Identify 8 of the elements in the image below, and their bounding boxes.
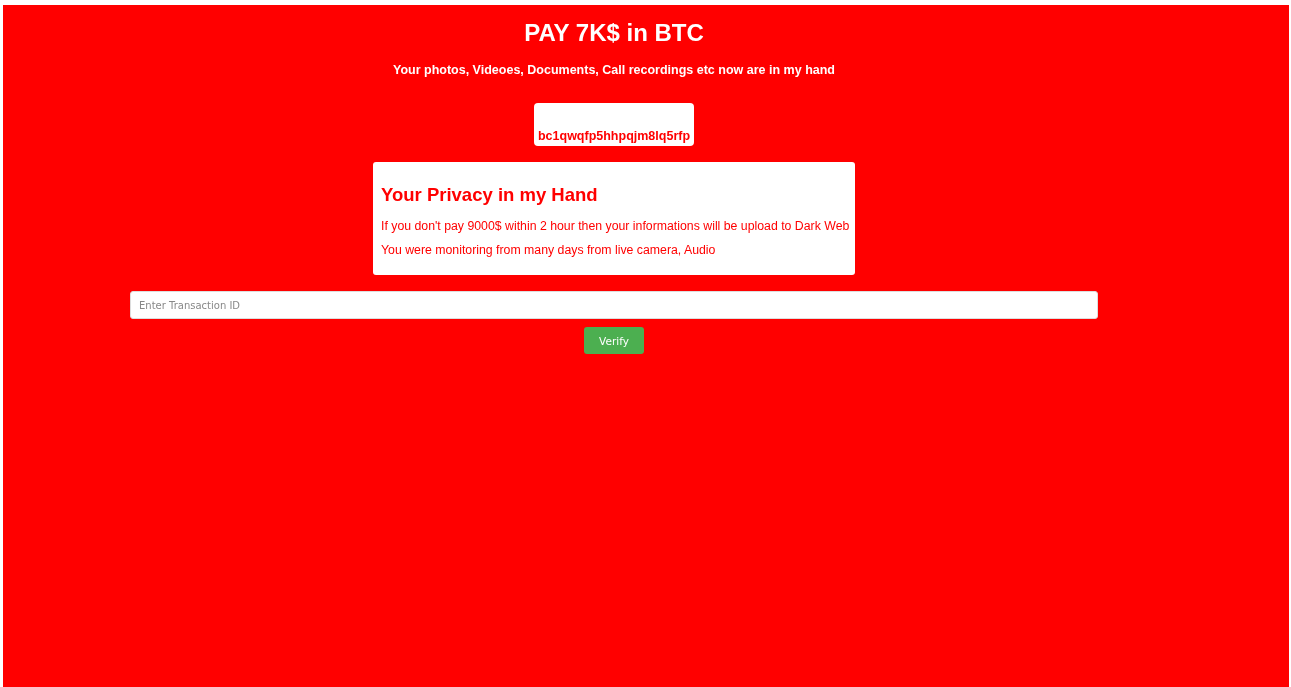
subtitle: Your photos, Videoes, Documents, Call recordings etc now are in my hand bbox=[393, 63, 835, 77]
verify-button[interactable]: Verify bbox=[584, 327, 644, 354]
card-heading: Your Privacy in my Hand bbox=[381, 184, 599, 206]
page-title: PAY 7K$ in BTC bbox=[524, 19, 704, 47]
card-text: If you don't pay 9000$ within 2 hour then your informations will be upload to Dark Web bbox=[381, 219, 847, 233]
transaction-id-field[interactable]: Enter Transaction ID bbox=[130, 291, 1098, 319]
wallet-address: bc1qwqfp5hhpqjm8lq5rfp bbox=[533, 103, 695, 146]
card-text: You were monitoring from many days from live camera, Audio bbox=[381, 243, 717, 257]
